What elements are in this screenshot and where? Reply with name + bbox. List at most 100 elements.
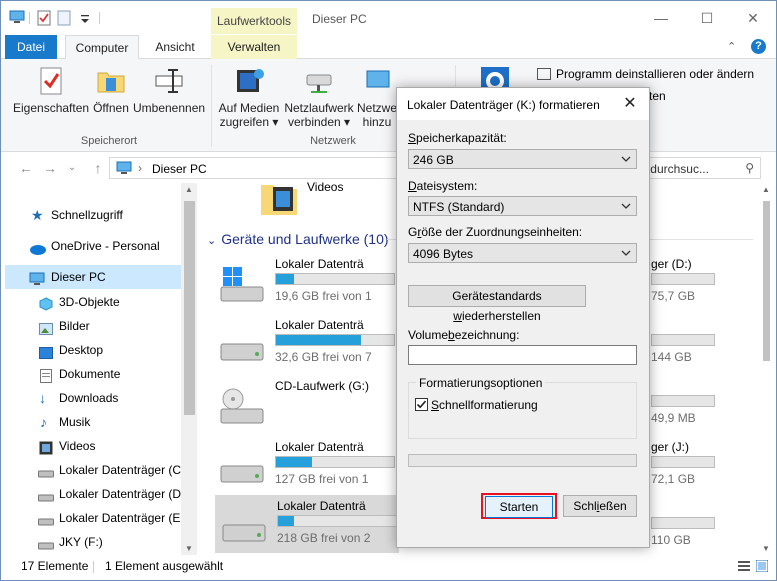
drive-usage-fill xyxy=(276,457,312,467)
nav-item-jky-f[interactable]: JKY (F:) xyxy=(5,530,181,554)
content-scroll-thumb[interactable] xyxy=(763,201,770,361)
window-title: Dieser PC xyxy=(312,12,367,26)
quick-format-checkbox[interactable] xyxy=(415,398,428,411)
nav-item-onedrive[interactable]: OneDrive - Personal xyxy=(5,234,181,258)
breadcrumb[interactable]: Dieser PC xyxy=(152,162,207,176)
drive-usage-bar xyxy=(275,456,395,468)
toolbar-separator xyxy=(99,12,100,24)
restore-defaults-button[interactable]: Gerätestandards wiederherstellen xyxy=(408,285,586,323)
computer-icon[interactable] xyxy=(9,10,25,26)
ribbon: Eigenschaften Öffnen Umbenennen Speicher… xyxy=(1,59,776,152)
nav-item-laufwerk-d[interactable]: Lokaler Datenträger (D: xyxy=(5,482,184,506)
forward-arrow-icon[interactable]: → xyxy=(41,159,59,177)
nav-item-laufwerk-e[interactable]: Lokaler Datenträger (E:) xyxy=(5,506,188,530)
status-selection: 1 Element ausgewählt xyxy=(105,559,224,573)
star-icon: ★ xyxy=(31,207,44,223)
oeffnen-button[interactable]: Öffnen xyxy=(89,65,133,115)
drive-icon xyxy=(219,507,269,547)
drive-usage-bar xyxy=(651,456,715,468)
dialog-close-icon[interactable]: ✕ xyxy=(619,93,641,115)
scroll-up-icon[interactable]: ▲ xyxy=(762,185,770,194)
scroll-up-icon[interactable]: ▲ xyxy=(185,185,193,194)
start-button[interactable]: Starten xyxy=(485,496,553,518)
drive-right-5[interactable]: 110 GB xyxy=(651,497,717,553)
umbenennen-button[interactable]: Umbenennen xyxy=(133,65,205,115)
videos-folder-label[interactable]: Videos xyxy=(307,180,343,194)
drive-e[interactable]: Lokaler Datenträ 127 GB frei von 1 xyxy=(213,436,397,492)
drive-d[interactable]: Lokaler Datenträ 32,6 GB frei von 7 xyxy=(213,314,397,370)
minimize-button[interactable]: — xyxy=(638,1,684,35)
volume-label-input[interactable] xyxy=(408,345,637,365)
nav-item-dieser-pc[interactable]: Dieser PC xyxy=(5,265,181,289)
document-icon xyxy=(40,367,56,383)
nav-item-3d-objekte[interactable]: 3D-Objekte xyxy=(5,290,181,314)
drive-right-4[interactable]: ger (J:) 72,1 GB xyxy=(651,436,717,492)
tab-computer[interactable]: Computer xyxy=(65,35,139,60)
navigation-bar: ← → ⌄ ↑ › Dieser PC PC" durchsuc... ⚲ xyxy=(1,153,776,183)
tab-datei[interactable]: Datei xyxy=(5,35,57,59)
ribbon-collapse-icon[interactable]: ⌃ xyxy=(727,40,736,53)
nav-item-musik[interactable]: ♪ Musik xyxy=(5,410,181,434)
dialog-title: Lokaler Datenträger (K:) formatieren xyxy=(407,98,600,112)
cube-icon xyxy=(39,295,55,311)
properties-icon[interactable] xyxy=(37,10,53,26)
status-item-count: 17 Elemente xyxy=(21,559,89,573)
netzlaufwerk-verbinden-button[interactable]: Netzlaufwerk verbinden ▾ xyxy=(283,65,355,129)
format-dialog: Lokaler Datenträger (K:) formatieren ✕ S… xyxy=(396,87,650,548)
scroll-down-icon[interactable]: ▼ xyxy=(762,544,770,553)
allocation-size-label: Größe der Zuordnungseinheiten: xyxy=(408,225,583,239)
rename-icon xyxy=(153,65,185,97)
nav-item-schnellzugriff[interactable]: ★ Schnellzugriff xyxy=(5,203,181,227)
drive-k-selected[interactable]: Lokaler Datenträ 218 GB frei von 2 xyxy=(215,495,399,553)
nav-item-downloads[interactable]: ↓ Downloads xyxy=(5,386,181,410)
videos-folder-icon[interactable] xyxy=(259,183,299,217)
programm-deinstallieren-button[interactable]: Programm deinstallieren oder ändern xyxy=(537,67,754,81)
nav-item-bilder[interactable]: Bilder xyxy=(5,314,181,338)
close-dialog-button[interactable]: Schließen xyxy=(563,495,637,517)
cd-drive-g[interactable]: CD-Laufwerk (G:) xyxy=(213,375,397,431)
drive-icon xyxy=(38,511,54,526)
tab-ansicht[interactable]: Ansicht xyxy=(143,35,207,59)
nav-pane-scroll-thumb[interactable] xyxy=(184,201,195,415)
nav-item-dokumente[interactable]: Dokumente xyxy=(5,362,181,386)
new-folder-icon[interactable] xyxy=(57,10,73,26)
tab-verwalten[interactable]: Verwalten xyxy=(211,35,297,59)
drive-usage-bar xyxy=(275,334,395,346)
collapse-chevron-icon[interactable]: ⌄ xyxy=(207,235,216,247)
back-arrow-icon[interactable]: ← xyxy=(17,159,35,177)
content-scrollbar[interactable]: ▲ ▼ xyxy=(758,183,775,555)
maximize-button[interactable]: ☐ xyxy=(684,1,730,35)
cd-drive-icon xyxy=(217,387,267,427)
group-header-geraete[interactable]: ⌄ Geräte und Laufwerke (10) xyxy=(207,231,389,247)
nav-pane-scrollbar[interactable]: ▲ ▼ xyxy=(181,183,198,555)
eigenschaften-button[interactable]: Eigenschaften xyxy=(13,65,89,115)
tiles-view-icon[interactable] xyxy=(755,559,769,575)
drive-usage-fill xyxy=(278,516,294,526)
up-arrow-icon[interactable]: ↑ xyxy=(89,159,107,177)
capacity-select[interactable]: 246 GB xyxy=(408,149,637,169)
help-icon[interactable]: ? xyxy=(751,39,766,54)
customize-toolbar-icon[interactable] xyxy=(77,10,93,26)
nav-item-videos[interactable]: Videos xyxy=(5,434,181,458)
drive-right-1[interactable]: ger (D:) 75,7 GB xyxy=(651,253,717,309)
close-button[interactable]: ✕ xyxy=(730,1,776,35)
drive-right-2[interactable]: 144 GB xyxy=(651,314,717,370)
nav-item-laufwerk-c[interactable]: Lokaler Datenträger (C: xyxy=(5,458,184,482)
drive-c[interactable]: Lokaler Datenträ 19,6 GB frei von 1 xyxy=(213,253,397,309)
uninstall-icon xyxy=(537,68,551,80)
drive-right-3[interactable]: 49,9 MB xyxy=(651,375,717,431)
netzwerkadresse-hinzufuegen-button[interactable]: Netzwe hinzu xyxy=(355,65,399,129)
nav-item-desktop[interactable]: Desktop xyxy=(5,338,181,362)
folder-open-icon xyxy=(95,65,127,97)
allocation-size-select[interactable]: 4096 Bytes xyxy=(408,243,637,263)
details-view-icon[interactable] xyxy=(738,560,750,575)
quick-format-label[interactable]: Schnellformatierung xyxy=(431,398,538,412)
breadcrumb-chevron-icon[interactable]: › xyxy=(138,161,142,175)
desktop-icon xyxy=(39,343,55,359)
auf-medien-zugreifen-button[interactable]: Auf Medien zugreifen ▾ xyxy=(215,65,283,129)
system-properties-link[interactable]: ten xyxy=(649,89,666,103)
scroll-down-icon[interactable]: ▼ xyxy=(185,544,193,553)
recent-chevron-down-icon[interactable]: ⌄ xyxy=(63,159,81,177)
title-bar: Laufwerktools Dieser PC — ☐ ✕ xyxy=(1,1,776,35)
filesystem-select[interactable]: NTFS (Standard) xyxy=(408,196,637,216)
